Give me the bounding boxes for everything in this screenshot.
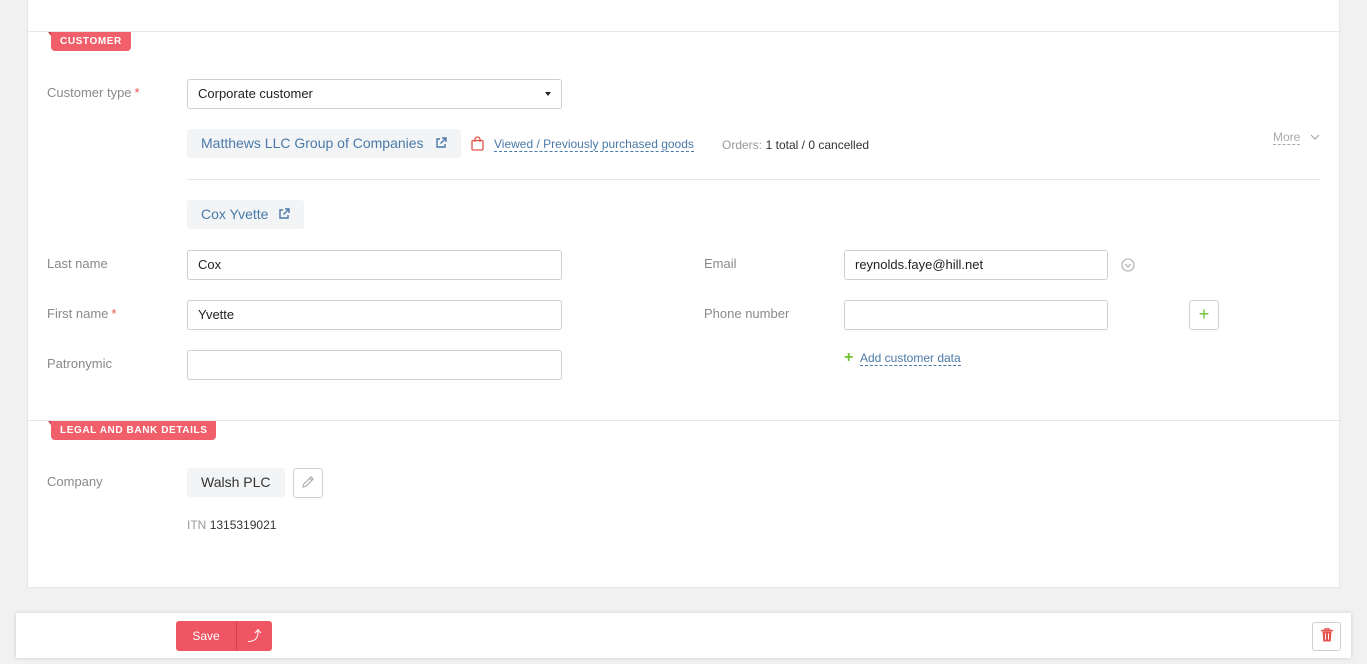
contact-person-name: Cox Yvette bbox=[201, 206, 269, 222]
chevron-down-icon bbox=[1310, 129, 1320, 143]
external-link-icon[interactable] bbox=[278, 201, 291, 230]
orders-summary: Orders: 1 total / 0 cancelled bbox=[722, 137, 869, 152]
email-label: Email bbox=[704, 256, 737, 271]
caret-down-icon bbox=[545, 92, 551, 96]
itn-value: 1315319021 bbox=[209, 518, 277, 532]
last-name-label: Last name bbox=[47, 256, 108, 271]
customer-type-select[interactable]: Corporate customer bbox=[187, 79, 562, 109]
save-button-group: Save ⤴ bbox=[176, 621, 272, 651]
first-name-label: First name * bbox=[47, 306, 117, 321]
customer-type-value: Corporate customer bbox=[198, 86, 313, 101]
check-circle-icon bbox=[1121, 258, 1135, 275]
save-button[interactable]: Save bbox=[176, 621, 236, 651]
section-legal-ribbon: Legal and bank details bbox=[47, 421, 217, 440]
customer-type-label: Customer type * bbox=[47, 85, 140, 100]
contact-person-chip[interactable]: Cox Yvette bbox=[187, 200, 305, 230]
more-toggle[interactable]: More bbox=[1273, 129, 1320, 145]
email-input[interactable]: reynolds.faye@hill.net bbox=[844, 250, 1108, 280]
company-chip[interactable]: Walsh PLC bbox=[187, 468, 285, 497]
add-phone-button[interactable]: + bbox=[1189, 300, 1219, 330]
add-customer-data-label: Add customer data bbox=[859, 351, 961, 366]
more-label: More bbox=[1273, 130, 1301, 145]
phone-input[interactable] bbox=[844, 300, 1108, 330]
save-and-exit-button[interactable]: ⤴ bbox=[236, 621, 272, 651]
orders-label: Orders: bbox=[722, 138, 763, 152]
first-name-input[interactable]: Yvette bbox=[187, 300, 562, 330]
orders-value: 1 total / 0 cancelled bbox=[765, 138, 870, 152]
plus-icon: + bbox=[844, 349, 854, 366]
required-mark: * bbox=[134, 85, 140, 100]
corporate-customer-chip[interactable]: Matthews LLC Group of Companies bbox=[187, 129, 462, 159]
footer-bar: Save ⤴ bbox=[16, 613, 1351, 658]
patronymic-input[interactable] bbox=[187, 350, 562, 380]
section-divider bbox=[28, 420, 1341, 421]
phone-label: Phone number bbox=[704, 306, 790, 321]
external-link-icon[interactable] bbox=[435, 130, 448, 159]
viewed-goods-link[interactable]: Viewed / Previously purchased goods bbox=[494, 137, 694, 152]
plus-icon: + bbox=[1198, 304, 1210, 324]
order-form-card: Customer Customer type * Corporate custom… bbox=[27, 0, 1341, 588]
last-name-input[interactable]: Cox bbox=[187, 250, 562, 280]
shopping-bag-icon bbox=[471, 136, 484, 154]
trash-icon bbox=[1320, 627, 1334, 646]
required-mark: * bbox=[111, 306, 117, 321]
itn-label: ITN bbox=[187, 518, 207, 532]
edit-company-button[interactable] bbox=[293, 468, 323, 498]
pencil-icon bbox=[301, 475, 315, 492]
add-customer-data-link[interactable]: + Add customer data bbox=[844, 349, 961, 367]
row-divider bbox=[187, 179, 1321, 180]
company-label: Company bbox=[47, 474, 103, 489]
section-customer-ribbon: Customer bbox=[48, 32, 131, 51]
patronymic-label: Patronymic bbox=[47, 356, 113, 371]
itn-row: ITN 1315319021 bbox=[187, 518, 276, 532]
delete-button[interactable] bbox=[1312, 622, 1341, 651]
section-divider bbox=[28, 31, 1341, 32]
corporate-customer-name: Matthews LLC Group of Companies bbox=[201, 135, 424, 151]
